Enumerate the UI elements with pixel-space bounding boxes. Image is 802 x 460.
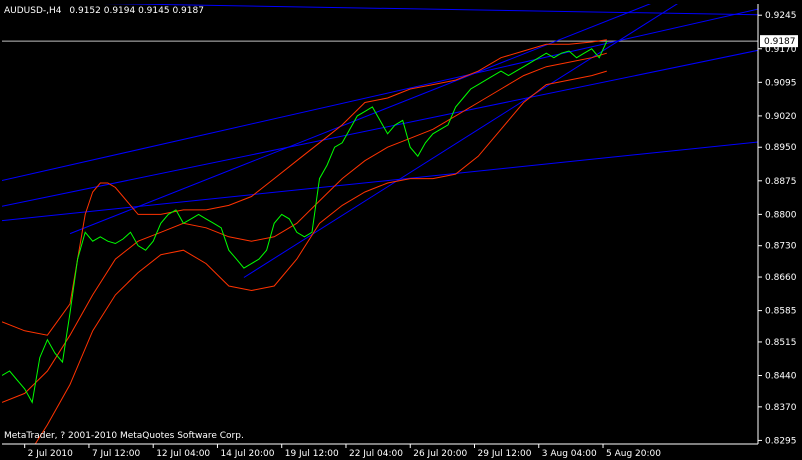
x-axis-ticks: 2 Jul 2010 7 Jul 12:00 12 Jul 04:00 14 Jul … [24,444,661,459]
y-tick-label: 0.9020 [765,112,797,122]
price-chart[interactable]: 0.92450.91700.90950.90200.89500.88750.88… [0,0,802,460]
chart-header: AUDUSD-,H4 0.9152 0.9194 0.9145 0.9187 [4,6,204,16]
y-tick-label: 0.8800 [765,210,797,220]
current-price-label: 0.9187 [764,37,796,47]
x-tick-label: 7 Jul 12:00 [92,449,141,459]
y-tick-label: 0.8730 [765,242,797,252]
chart-window[interactable]: 0.9245 0.9170 0.9095 0.9020 0.8950 0.8875 0.88… [0,0,802,460]
y-tick-label: 0.8950 [765,143,797,153]
y-tick-label: 0.8295 [765,436,797,446]
y-tick-label: 0.8370 [765,403,797,413]
y-tick-label: 0.9095 [765,78,797,88]
x-tick-label: 26 Jul 20:00 [413,449,467,459]
y-tick-label: 0.9245 [765,11,797,21]
plot-area[interactable] [0,0,781,460]
y-tick-label: 0.8875 [765,177,797,187]
y-tick-label: 0.8440 [765,372,797,382]
y-tick-label: 0.8660 [765,273,797,283]
x-tick-label: 19 Jul 12:00 [285,449,339,459]
y-tick-label: 0.8585 [765,307,797,317]
current-price-tag: 0.9187 [760,35,798,48]
x-tick-label: 5 Aug 20:00 [606,449,661,459]
y-tick-label: 0.8515 [765,338,797,348]
x-tick-label: 12 Jul 04:00 [156,449,210,459]
x-tick-label: 22 Jul 04:00 [349,449,403,459]
x-tick-label: 14 Jul 20:00 [220,449,274,459]
plot-background [2,4,758,444]
copyright-text: MetaTrader, ? 2001-2010 MetaQuotes Softw… [4,431,244,441]
x-tick-label: 3 Aug 04:00 [542,449,597,459]
x-tick-label: 2 Jul 2010 [28,449,73,459]
x-tick-label: 29 Jul 12:00 [478,449,532,459]
y-axis-ticks: 0.92450.91700.90950.90200.89500.88750.88… [758,11,797,446]
ohlc-values: 0.9152 0.9194 0.9145 0.9187 [69,6,204,16]
symbol-label: AUDUSD-,H4 [4,6,62,16]
